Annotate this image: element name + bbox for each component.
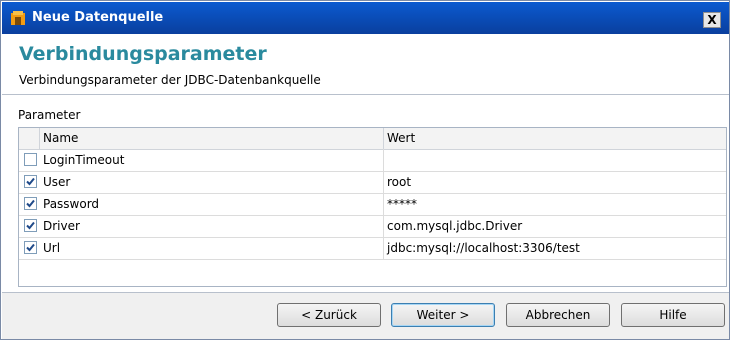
row-checkbox[interactable] (24, 153, 37, 166)
table-row[interactable]: User root (19, 171, 726, 194)
param-name: Driver (43, 219, 80, 233)
next-button[interactable]: Weiter > (391, 303, 495, 327)
checkmark-icon (26, 243, 35, 252)
column-header-name[interactable]: Name (43, 131, 78, 145)
datasource-icon (11, 11, 25, 25)
close-button[interactable]: X (703, 12, 721, 28)
row-checkbox[interactable] (24, 219, 37, 232)
window-title: Neue Datenquelle (32, 10, 164, 25)
title-bar[interactable]: Neue Datenquelle X (2, 2, 729, 34)
column-header-value[interactable]: Wert (387, 131, 415, 145)
checkmark-icon (26, 177, 35, 186)
table-header: Name Wert (19, 128, 726, 150)
table-row[interactable]: LoginTimeout (19, 149, 726, 172)
cancel-button[interactable]: Abbrechen (506, 303, 610, 327)
param-name: User (43, 175, 71, 189)
param-value[interactable]: com.mysql.jdbc.Driver (387, 219, 522, 233)
param-value[interactable]: jdbc:mysql://localhost:3306/test (387, 241, 580, 255)
param-name: Password (43, 197, 100, 211)
parameter-table: Name Wert LoginTimeout User root Passwor… (18, 127, 727, 287)
wizard-header: Verbindungsparameter Verbindungsparamete… (2, 34, 729, 94)
parameter-label: Parameter (18, 108, 81, 122)
row-checkbox[interactable] (24, 175, 37, 188)
table-row[interactable]: Driver com.mysql.jdbc.Driver (19, 215, 726, 238)
table-row[interactable]: Password ***** (19, 193, 726, 216)
row-checkbox[interactable] (24, 197, 37, 210)
page-title: Verbindungsparameter (19, 43, 267, 65)
back-button[interactable]: < Zurück (277, 303, 381, 327)
header-divider (2, 94, 729, 95)
param-name: LoginTimeout (43, 153, 125, 167)
checkmark-icon (26, 221, 35, 230)
table-row[interactable]: Url jdbc:mysql://localhost:3306/test (19, 237, 726, 260)
dialog-window: Neue Datenquelle X Verbindungsparameter … (0, 0, 730, 340)
row-checkbox[interactable] (24, 241, 37, 254)
param-value[interactable]: ***** (387, 197, 417, 211)
checkmark-icon (26, 199, 35, 208)
page-subtitle: Verbindungsparameter der JDBC-Datenbankq… (19, 73, 321, 87)
param-value[interactable]: root (387, 175, 411, 189)
param-name: Url (43, 241, 61, 255)
help-button[interactable]: Hilfe (621, 303, 725, 327)
